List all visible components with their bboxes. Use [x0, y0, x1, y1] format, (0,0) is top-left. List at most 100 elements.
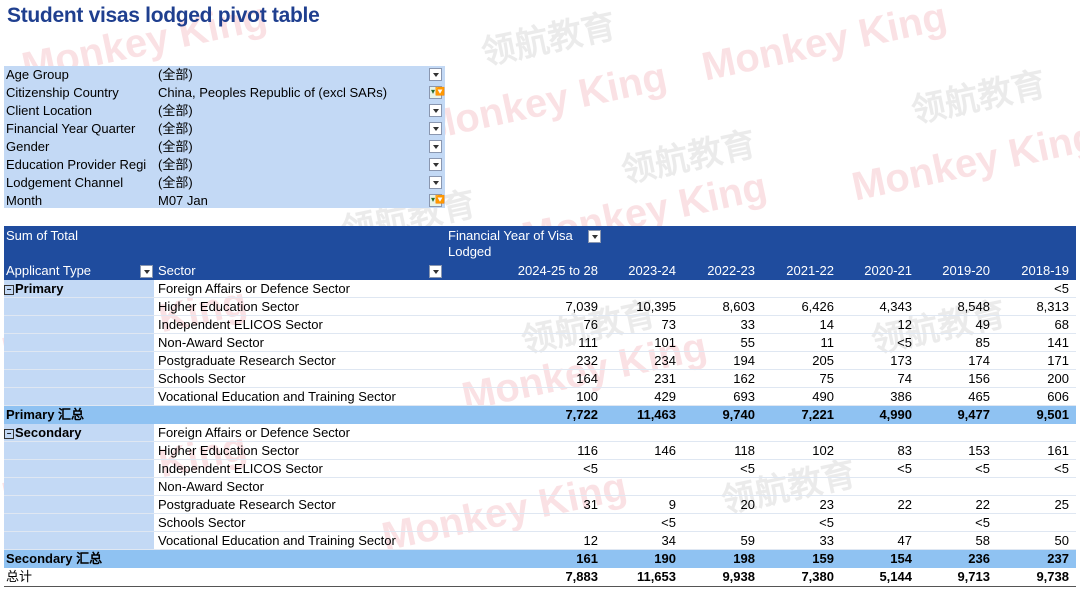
- value-cell[interactable]: 25: [999, 496, 1069, 513]
- value-cell[interactable]: 490: [764, 388, 834, 405]
- value-cell[interactable]: 8,548: [920, 298, 990, 315]
- collapse-icon[interactable]: −: [4, 285, 14, 295]
- value-cell[interactable]: <5: [999, 280, 1069, 297]
- value-cell[interactable]: 11,653: [606, 568, 676, 585]
- value-cell[interactable]: 7,883: [528, 568, 598, 585]
- value-cell[interactable]: 173: [842, 352, 912, 369]
- value-cell[interactable]: 4,343: [842, 298, 912, 315]
- value-cell[interactable]: 8,603: [685, 298, 755, 315]
- value-cell[interactable]: 9,477: [920, 406, 990, 423]
- value-cell[interactable]: 50: [999, 532, 1069, 549]
- filter-dropdown-icon[interactable]: [429, 122, 442, 135]
- filter-dropdown-icon[interactable]: [429, 176, 442, 189]
- value-cell[interactable]: <5: [528, 460, 598, 477]
- value-cell[interactable]: 75: [764, 370, 834, 387]
- value-cell[interactable]: 83: [842, 442, 912, 459]
- value-cell[interactable]: 156: [920, 370, 990, 387]
- applicant-type-dropdown[interactable]: [140, 265, 153, 278]
- value-cell[interactable]: 200: [999, 370, 1069, 387]
- value-cell[interactable]: 33: [764, 532, 834, 549]
- value-cell[interactable]: 85: [920, 334, 990, 351]
- value-cell[interactable]: 101: [606, 334, 676, 351]
- value-cell[interactable]: 171: [999, 352, 1069, 369]
- value-cell[interactable]: 198: [685, 550, 755, 567]
- value-cell[interactable]: 429: [606, 388, 676, 405]
- value-cell[interactable]: 154: [842, 550, 912, 567]
- value-cell[interactable]: 31: [528, 496, 598, 513]
- value-cell[interactable]: 174: [920, 352, 990, 369]
- value-cell[interactable]: 7,221: [764, 406, 834, 423]
- value-cell[interactable]: 234: [606, 352, 676, 369]
- value-cell[interactable]: 20: [685, 496, 755, 513]
- value-cell[interactable]: 606: [999, 388, 1069, 405]
- value-cell[interactable]: 237: [999, 550, 1069, 567]
- value-cell[interactable]: 47: [842, 532, 912, 549]
- value-cell[interactable]: <5: [842, 460, 912, 477]
- value-cell[interactable]: 22: [920, 496, 990, 513]
- value-cell[interactable]: <5: [685, 460, 755, 477]
- value-cell[interactable]: 194: [685, 352, 755, 369]
- value-cell[interactable]: 161: [528, 550, 598, 567]
- value-cell[interactable]: 59: [685, 532, 755, 549]
- value-cell[interactable]: 58: [920, 532, 990, 549]
- value-cell[interactable]: <5: [920, 514, 990, 531]
- value-cell[interactable]: 10,395: [606, 298, 676, 315]
- group-label[interactable]: − Primary: [4, 280, 63, 297]
- value-cell[interactable]: 12: [528, 532, 598, 549]
- value-cell[interactable]: 231: [606, 370, 676, 387]
- value-cell[interactable]: 9,738: [999, 568, 1069, 585]
- value-cell[interactable]: 74: [842, 370, 912, 387]
- filter-applied-dropdown-icon[interactable]: [429, 86, 445, 99]
- column-field-dropdown[interactable]: [588, 230, 601, 243]
- value-cell[interactable]: 14: [764, 316, 834, 333]
- filter-dropdown-icon[interactable]: [429, 140, 442, 153]
- value-cell[interactable]: 11,463: [606, 406, 676, 423]
- value-cell[interactable]: 236: [920, 550, 990, 567]
- value-cell[interactable]: 11: [764, 334, 835, 351]
- value-cell[interactable]: 7,039: [528, 298, 598, 315]
- value-cell[interactable]: 102: [764, 442, 834, 459]
- value-cell[interactable]: 118: [685, 442, 755, 459]
- filter-dropdown-icon[interactable]: [429, 68, 442, 81]
- filter-dropdown-icon[interactable]: [429, 104, 442, 117]
- value-cell[interactable]: 386: [842, 388, 912, 405]
- value-cell[interactable]: 141: [999, 334, 1069, 351]
- value-cell[interactable]: 190: [606, 550, 676, 567]
- collapse-icon[interactable]: −: [4, 429, 14, 439]
- group-label[interactable]: − Secondary: [4, 424, 81, 441]
- value-cell[interactable]: 34: [606, 532, 676, 549]
- value-cell[interactable]: 23: [764, 496, 834, 513]
- value-cell[interactable]: 73: [606, 316, 676, 333]
- value-cell[interactable]: <5: [764, 514, 834, 531]
- value-cell[interactable]: 9,938: [685, 568, 755, 585]
- value-cell[interactable]: 68: [999, 316, 1069, 333]
- value-cell[interactable]: 162: [685, 370, 755, 387]
- value-cell[interactable]: 164: [528, 370, 598, 387]
- value-cell[interactable]: <5: [606, 514, 676, 531]
- value-cell[interactable]: 232: [528, 352, 598, 369]
- value-cell[interactable]: 33: [685, 316, 755, 333]
- value-cell[interactable]: 8,313: [999, 298, 1069, 315]
- value-cell[interactable]: 693: [685, 388, 755, 405]
- value-cell[interactable]: 111: [528, 334, 598, 351]
- value-cell[interactable]: 22: [842, 496, 912, 513]
- value-cell[interactable]: 9,740: [685, 406, 755, 423]
- value-cell[interactable]: 153: [920, 442, 990, 459]
- value-cell[interactable]: <5: [920, 460, 990, 477]
- value-cell[interactable]: 7,380: [764, 568, 834, 585]
- value-cell[interactable]: 76: [528, 316, 598, 333]
- value-cell[interactable]: 146: [606, 442, 676, 459]
- value-cell[interactable]: 4,990: [842, 406, 912, 423]
- sector-dropdown[interactable]: [429, 265, 442, 278]
- value-cell[interactable]: 161: [999, 442, 1069, 459]
- value-cell[interactable]: <5: [999, 460, 1069, 477]
- value-cell[interactable]: 205: [764, 352, 834, 369]
- value-cell[interactable]: 465: [920, 388, 990, 405]
- value-cell[interactable]: 49: [920, 316, 990, 333]
- value-cell[interactable]: 159: [764, 550, 834, 567]
- value-cell[interactable]: 5,144: [842, 568, 912, 585]
- filter-dropdown-icon[interactable]: [429, 158, 442, 171]
- value-cell[interactable]: 9,501: [999, 406, 1069, 423]
- value-cell[interactable]: 9,713: [920, 568, 990, 585]
- value-cell[interactable]: 7,722: [528, 406, 598, 423]
